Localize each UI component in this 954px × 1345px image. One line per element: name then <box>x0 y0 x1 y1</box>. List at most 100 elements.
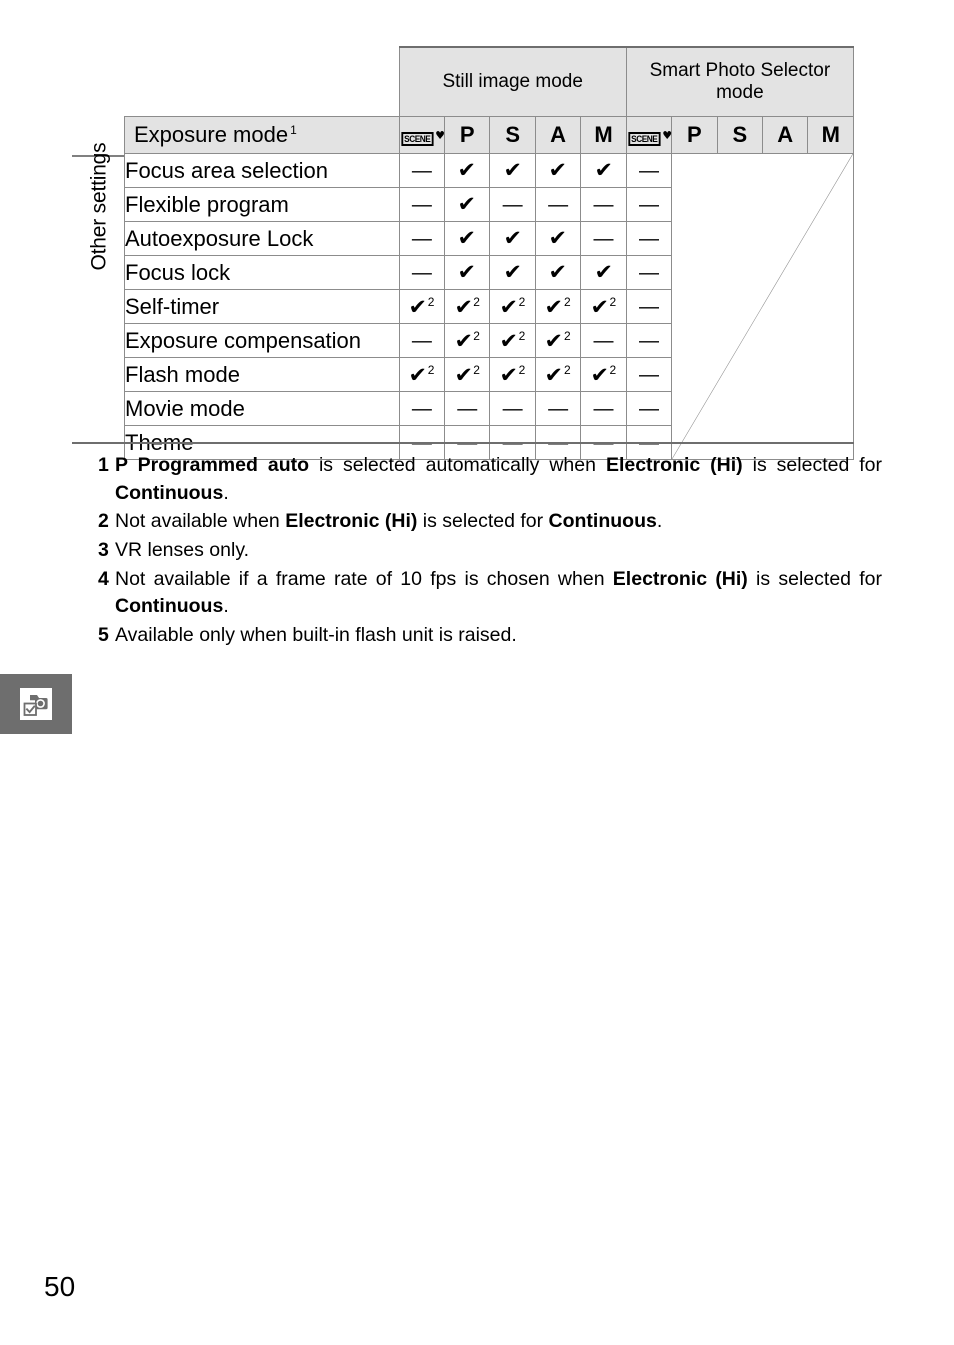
cell-unavailable: — <box>580 187 627 222</box>
check-icon: ✔ <box>544 362 564 387</box>
footnote-text: Available only when built-in flash unit … <box>115 624 517 647</box>
footnote-number: 3 <box>98 539 109 562</box>
check-icon: ✔ <box>590 362 609 387</box>
cell-unavailable: — <box>398 323 446 358</box>
cell-available: ✔ <box>534 221 582 256</box>
corner-blank-cell <box>125 47 400 117</box>
row-label: Self-timer <box>124 289 400 324</box>
cell-unavailable: — <box>625 187 673 222</box>
footnote-list: 1 P Programmed auto is selected automatic… <box>98 452 882 651</box>
dash-icon: — <box>638 398 659 420</box>
footnote-number: 4 <box>98 567 109 590</box>
dash-icon: — <box>593 398 614 420</box>
cell-unavailable: — <box>580 221 627 256</box>
scene-icon: SCENE ♥ <box>400 129 445 146</box>
cell-available: ✔2 <box>444 289 491 324</box>
check-icon: ✔ <box>454 362 473 387</box>
footnote-text: P Programmed auto is selected automatica… <box>115 454 883 504</box>
cell-available: ✔2 <box>534 357 582 392</box>
cell-unavailable: — <box>489 187 536 222</box>
cell-available: ✔ <box>444 153 491 188</box>
footnote-number: 5 <box>98 624 109 647</box>
cell-unavailable: — <box>580 323 627 358</box>
mode-col-a-sps: A <box>762 116 809 154</box>
check-icon: ✔ <box>408 294 428 319</box>
dash-icon: — <box>638 228 659 250</box>
dash-icon: — <box>593 330 614 352</box>
heart-icon: ♥ <box>435 129 445 142</box>
table-body: Focus area selection — ✔ ✔ ✔ ✔ — Flexible progr… <box>124 153 854 460</box>
check-icon: ✔ <box>594 260 613 284</box>
cell-available: ✔ <box>534 153 582 188</box>
check-icon: ✔ <box>499 362 519 387</box>
mode-col-s-still: S <box>489 116 536 154</box>
cell-unavailable: — <box>625 357 673 392</box>
footnote-text: Not available when Electronic (Hi) is se… <box>115 510 663 533</box>
check-icon: ✔ <box>503 158 522 182</box>
dash-icon: — <box>638 364 659 386</box>
mode-col-m-sps: M <box>807 116 854 154</box>
check-icon: ✔ <box>548 226 568 250</box>
dash-icon: — <box>411 194 432 216</box>
cell-unavailable: — <box>489 391 536 426</box>
page-number: 50 <box>44 1271 76 1302</box>
cell-unavailable: — <box>580 391 627 426</box>
footnote-item: 5 Available only when built-in flash unit… <box>98 622 882 650</box>
check-icon: ✔ <box>548 260 568 284</box>
cell-available: ✔2 <box>444 323 491 358</box>
cell-available: ✔ <box>444 255 491 290</box>
row-label: Flexible program <box>124 187 400 222</box>
cell-available: ✔2 <box>534 323 582 358</box>
check-icon: ✔ <box>548 158 568 182</box>
cell-available: ✔ <box>444 221 491 256</box>
dash-icon: — <box>411 398 432 420</box>
cell-footnote-marker: 2 <box>564 362 571 377</box>
cell-unavailable: — <box>444 391 491 426</box>
cell-footnote-marker: 2 <box>564 294 571 309</box>
cell-available: ✔ <box>489 255 536 290</box>
check-icon: ✔ <box>499 294 519 319</box>
check-icon: ✔ <box>503 226 522 250</box>
cell-unavailable: — <box>398 255 446 290</box>
mode-col-a-still: A <box>534 116 582 154</box>
cell-footnote-marker: 2 <box>473 362 480 377</box>
cell-footnote-marker: 2 <box>518 294 526 309</box>
diagonal-slash-icon <box>672 154 853 459</box>
check-icon: ✔ <box>544 328 564 353</box>
footnote-item: 3 VR lenses only. <box>98 537 882 565</box>
footnote-text: Not available if a frame rate of 10 fps … <box>115 567 883 618</box>
cell-unavailable: — <box>625 153 673 188</box>
dash-icon: — <box>638 194 659 216</box>
row-label: Focus lock <box>124 255 400 290</box>
cell-available: ✔2 <box>489 323 536 358</box>
dash-icon: — <box>502 194 523 216</box>
check-icon: ✔ <box>499 328 519 353</box>
side-label-other-settings: Other settings <box>87 142 111 271</box>
footnote-number: 2 <box>98 510 109 533</box>
dash-icon: — <box>411 330 432 352</box>
cell-footnote-marker: 2 <box>609 294 617 309</box>
cell-unavailable: — <box>625 255 673 290</box>
row-label: Exposure compensation <box>124 323 400 358</box>
row-label: Focus area selection <box>124 153 400 188</box>
cell-unavailable: — <box>625 323 673 358</box>
mode-col-scene-still: SCENE ♥ <box>398 116 446 154</box>
cell-unavailable: — <box>398 391 446 426</box>
cell-available: ✔ <box>534 255 582 290</box>
cell-footnote-marker: 2 <box>427 294 435 309</box>
row-label: Movie mode <box>124 391 400 426</box>
dash-icon: — <box>638 296 659 318</box>
exposure-mode-footnote-marker: 1 <box>290 122 297 137</box>
cell-available: ✔ <box>580 153 627 188</box>
cell-unavailable: — <box>625 289 673 324</box>
cell-available: ✔2 <box>398 357 446 392</box>
table-head: Still image mode Smart Photo Selector mo… <box>124 46 855 154</box>
dash-icon: — <box>593 194 614 216</box>
table-row: Focus area selection — ✔ ✔ ✔ ✔ — <box>124 153 854 460</box>
row-label: Autoexposure Lock <box>124 221 400 256</box>
not-applicable-diagonal-cell <box>671 153 854 460</box>
footnote-item: 2 Not available when Electronic (Hi) is s… <box>98 508 882 536</box>
cell-available: ✔ <box>489 153 536 188</box>
group-header-still-image: Still image mode <box>398 46 627 117</box>
scene-icon-text: SCENE <box>400 132 433 146</box>
